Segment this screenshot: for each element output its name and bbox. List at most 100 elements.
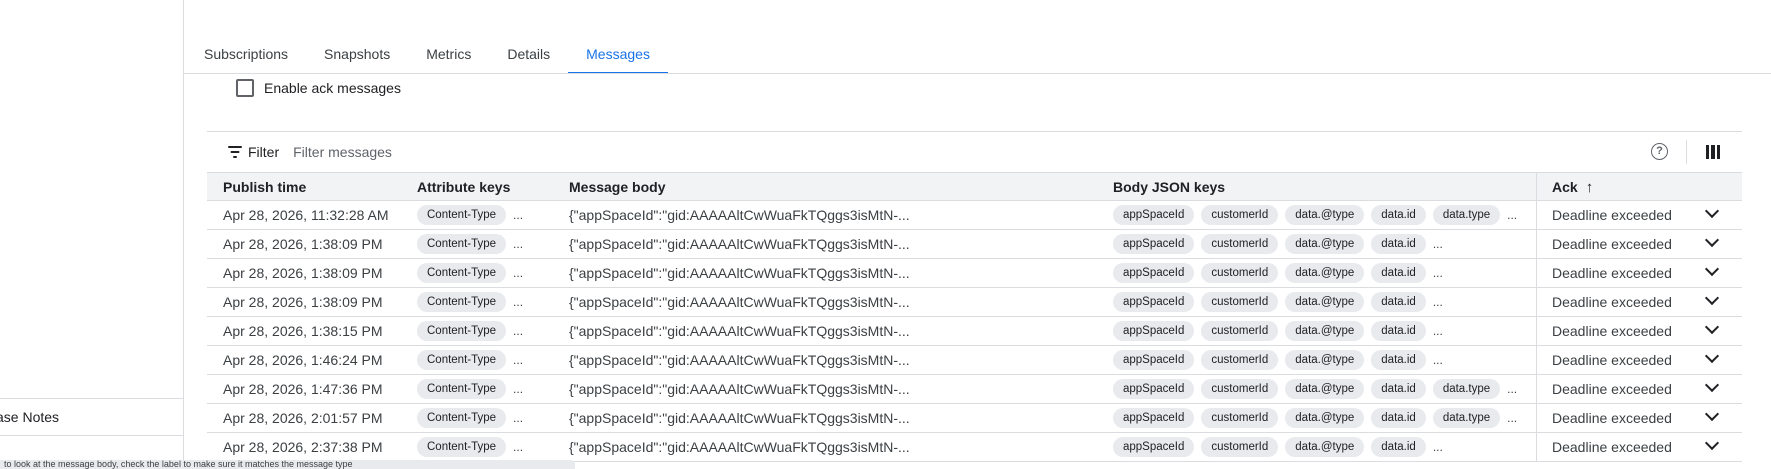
publish-time-cell: Apr 28, 2026, 1:38:09 PM [223, 294, 383, 310]
attribute-keys-more[interactable]: ... [513, 237, 523, 251]
attribute-keys-more[interactable]: ... [513, 324, 523, 338]
column-divider [1536, 404, 1537, 432]
table-body: Apr 28, 2026, 11:32:28 AM Content-Type...… [207, 201, 1742, 462]
json-key-chip: customerId [1201, 292, 1279, 312]
attribute-keys-cell: Content-Type... [417, 263, 523, 283]
json-key-chip: customerId [1201, 321, 1279, 341]
json-key-chip: data.@type [1285, 263, 1365, 283]
chevron-down-icon[interactable] [1704, 350, 1720, 366]
attribute-keys-more[interactable]: ... [513, 411, 523, 425]
message-body-cell: {"appSpaceId":"gid:AAAAAltCwWuaFkTQggs3i… [569, 265, 910, 281]
header-ack[interactable]: Ack ↑ [1552, 179, 1593, 196]
chevron-down-icon[interactable] [1704, 263, 1720, 279]
json-keys-more[interactable]: ... [1433, 353, 1443, 367]
json-keys-more[interactable]: ... [1507, 208, 1517, 222]
attribute-keys-more[interactable]: ... [513, 295, 523, 309]
filter-bar-divider [1686, 140, 1687, 164]
attribute-keys-more[interactable]: ... [513, 208, 523, 222]
json-keys-more[interactable]: ... [1507, 411, 1517, 425]
table-row[interactable]: Apr 28, 2026, 2:37:38 PM Content-Type... {… [207, 433, 1742, 462]
attribute-keys-cell: Content-Type... [417, 408, 523, 428]
json-key-chip: data.id [1371, 205, 1426, 225]
message-body-cell: {"appSpaceId":"gid:AAAAAltCwWuaFkTQggs3i… [569, 439, 910, 455]
json-key-chip: data.@type [1285, 379, 1365, 399]
column-divider [1536, 375, 1537, 403]
json-keys-more[interactable]: ... [1507, 382, 1517, 396]
attribute-key-chip: Content-Type [417, 292, 507, 312]
chevron-down-icon[interactable] [1704, 205, 1720, 221]
tab-metrics[interactable]: Metrics [408, 42, 489, 74]
table-row[interactable]: Apr 28, 2026, 1:38:09 PM Content-Type... {… [207, 288, 1742, 317]
json-keys-more[interactable]: ... [1433, 266, 1443, 280]
body-json-keys-cell: appSpaceId customerId data.@type data.id dat… [1113, 408, 1517, 428]
header-ack-label: Ack [1552, 179, 1578, 195]
column-divider [1536, 230, 1537, 258]
json-key-chip: data.@type [1285, 205, 1365, 225]
json-key-chip: customerId [1201, 350, 1279, 370]
ack-status-cell: Deadline exceeded [1552, 294, 1672, 310]
json-key-chip: appSpaceId [1113, 350, 1195, 370]
header-attribute-keys[interactable]: Attribute keys [417, 179, 510, 195]
message-body-cell: {"appSpaceId":"gid:AAAAAltCwWuaFkTQggs3i… [569, 207, 910, 223]
sort-arrow-up-icon[interactable]: ↑ [1586, 179, 1594, 196]
filter-input[interactable] [293, 144, 794, 160]
publish-time-cell: Apr 28, 2026, 2:01:57 PM [223, 410, 383, 426]
column-divider [1536, 201, 1537, 229]
chevron-down-icon[interactable] [1704, 379, 1720, 395]
json-key-chip: data.type [1432, 408, 1501, 428]
ack-status-cell: Deadline exceeded [1552, 381, 1672, 397]
sidebar-item-release-notes[interactable]: ase Notes [0, 398, 184, 436]
filter-label[interactable]: Filter [248, 144, 279, 160]
json-keys-more[interactable]: ... [1433, 295, 1443, 309]
publish-time-cell: Apr 28, 2026, 1:38:15 PM [223, 323, 383, 339]
body-json-keys-cell: appSpaceId customerId data.@type data.id... [1113, 321, 1443, 341]
table-row[interactable]: Apr 28, 2026, 1:46:24 PM Content-Type... {… [207, 346, 1742, 375]
chevron-down-icon[interactable] [1704, 437, 1720, 453]
attribute-key-chip: Content-Type [417, 408, 507, 428]
json-keys-more[interactable]: ... [1433, 237, 1443, 251]
columns-icon[interactable] [1706, 145, 1720, 159]
table-row[interactable]: Apr 28, 2026, 1:38:09 PM Content-Type... {… [207, 259, 1742, 288]
message-body-cell: {"appSpaceId":"gid:AAAAAltCwWuaFkTQggs3i… [569, 381, 910, 397]
checkbox-icon[interactable] [236, 79, 254, 97]
attribute-keys-cell: Content-Type... [417, 350, 523, 370]
json-key-chip: appSpaceId [1113, 292, 1195, 312]
attribute-key-chip: Content-Type [417, 350, 507, 370]
attribute-keys-more[interactable]: ... [513, 353, 523, 367]
publish-time-cell: Apr 28, 2026, 1:38:09 PM [223, 265, 383, 281]
attribute-key-chip: Content-Type [417, 205, 507, 225]
tab-details[interactable]: Details [489, 42, 568, 74]
json-key-chip: appSpaceId [1113, 263, 1195, 283]
tab-messages[interactable]: Messages [568, 42, 668, 74]
chevron-down-icon[interactable] [1704, 321, 1720, 337]
attribute-keys-more[interactable]: ... [513, 382, 523, 396]
filter-icon[interactable] [228, 146, 242, 158]
table-row[interactable]: Apr 28, 2026, 11:32:28 AM Content-Type...… [207, 201, 1742, 230]
attribute-keys-more[interactable]: ... [513, 440, 523, 454]
header-publish-time[interactable]: Publish time [223, 179, 306, 195]
json-keys-more[interactable]: ... [1433, 324, 1443, 338]
table-row[interactable]: Apr 28, 2026, 1:38:09 PM Content-Type... {… [207, 230, 1742, 259]
ack-status-cell: Deadline exceeded [1552, 352, 1672, 368]
header-message-body[interactable]: Message body [569, 179, 665, 195]
json-key-chip: customerId [1201, 234, 1279, 254]
header-body-json-keys[interactable]: Body JSON keys [1113, 179, 1225, 195]
tab-snapshots[interactable]: Snapshots [306, 42, 408, 74]
tab-subscriptions[interactable]: Subscriptions [186, 42, 306, 74]
tabs-divider [184, 73, 1771, 74]
attribute-keys-more[interactable]: ... [513, 266, 523, 280]
body-json-keys-cell: appSpaceId customerId data.@type data.id dat… [1113, 205, 1517, 225]
help-icon[interactable]: ? [1651, 143, 1668, 160]
body-json-keys-cell: appSpaceId customerId data.@type data.id... [1113, 292, 1443, 312]
chevron-down-icon[interactable] [1704, 408, 1720, 424]
attribute-key-chip: Content-Type [417, 379, 507, 399]
json-key-chip: data.id [1371, 234, 1426, 254]
table-row[interactable]: Apr 28, 2026, 1:38:15 PM Content-Type... {… [207, 317, 1742, 346]
enable-ack-toggle[interactable]: Enable ack messages [236, 79, 401, 97]
table-row[interactable]: Apr 28, 2026, 1:47:36 PM Content-Type... {… [207, 375, 1742, 404]
table-row[interactable]: Apr 28, 2026, 2:01:57 PM Content-Type... {… [207, 404, 1742, 433]
json-keys-more[interactable]: ... [1433, 440, 1443, 454]
json-key-chip: data.@type [1285, 234, 1365, 254]
chevron-down-icon[interactable] [1704, 292, 1720, 308]
chevron-down-icon[interactable] [1704, 234, 1720, 250]
